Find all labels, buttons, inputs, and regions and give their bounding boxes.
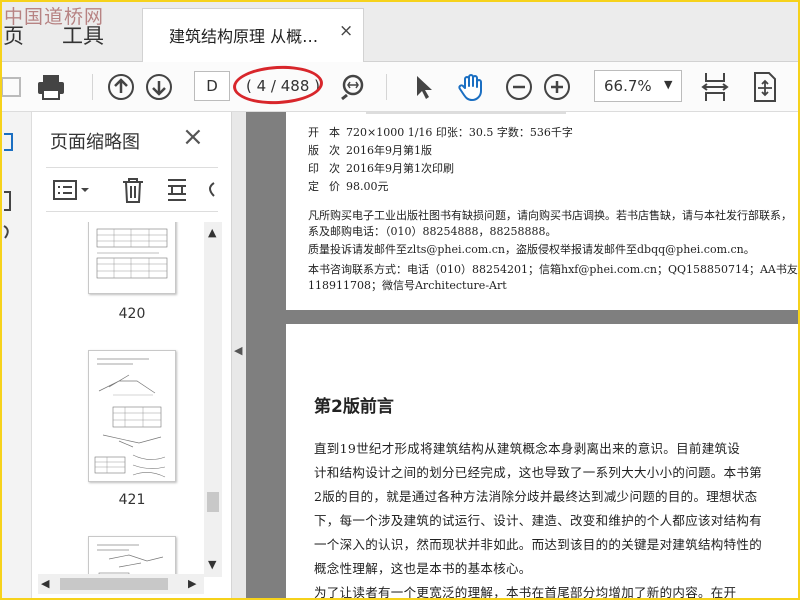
tab-document[interactable]: 建筑结构原理 从概… × <box>142 8 364 63</box>
extract-page-icon[interactable] <box>164 176 190 204</box>
notice-line: 118911708；微信号Architecture-Art <box>308 279 507 292</box>
preface-line: 概念性理解，这也是本书的基本核心。 <box>314 561 532 576</box>
toolbar: D ( 4 / 488 ) 66.7% ▼ <box>2 62 798 112</box>
panel-toolbar <box>46 167 218 212</box>
notice-line: 系及邮购电话：（010）88254888，88258888。 <box>308 225 557 238</box>
close-tab-button[interactable]: × <box>339 21 353 41</box>
find-zoom-icon[interactable] <box>336 70 370 104</box>
preface-page: 第2版前言 直到19世纪才形成将建筑结构从建筑概念本身剥离出来的意识。目前建筑设… <box>286 324 798 598</box>
fit-width-icon[interactable] <box>698 70 732 104</box>
copyright-key: 版次 <box>308 144 350 157</box>
vertical-scroll-thumb[interactable] <box>207 492 219 512</box>
thumbnail-vertical-scrollbar[interactable]: ▲ ▼ <box>204 222 222 577</box>
save-icon[interactable] <box>2 70 28 104</box>
notice-line: 质量投诉请发邮件至zlts@phei.com.cn，盗版侵权举报请发邮件至dbq… <box>308 243 755 256</box>
print-icon[interactable] <box>34 70 68 104</box>
preface-line: 计和结构设计之间的划分已经完成，这也导致了一系列大大小小的问题。本书第 <box>314 465 763 480</box>
zoom-value: 66.7% <box>604 77 652 95</box>
copyright-key: 印次 <box>308 162 350 175</box>
cut-off-text-line <box>366 112 566 114</box>
thumbnail-list: 420 421 <box>32 222 202 577</box>
rotate-page-icon[interactable] <box>204 180 218 200</box>
copyright-value: 2016年9月第1次印刷 <box>346 162 454 175</box>
scroll-left-icon[interactable]: ◀ <box>41 577 49 590</box>
copyright-value: 720×1000 1/16 印张：30.5 字数：536千字 <box>346 126 573 139</box>
toolbar-separator <box>92 74 93 100</box>
delete-icon[interactable] <box>120 176 146 204</box>
watermark-bottom: www.cndao.com <box>662 564 798 585</box>
preface-line: 直到19世纪才形成将建筑结构从建筑概念本身剥离出来的意识。目前建筑设 <box>314 441 741 456</box>
copyright-value: 2016年9月第1版 <box>346 144 432 157</box>
copyright-row: 定价98.00元 <box>308 178 389 194</box>
panel-collapse-strip[interactable]: ◀ <box>232 112 246 598</box>
left-rail <box>2 112 32 598</box>
zoom-out-icon[interactable] <box>502 70 536 104</box>
thumbnail-options-icon[interactable] <box>52 178 92 202</box>
tab-bar: 主页 工具 建筑结构原理 从概… × 中国道桥网 <box>2 2 798 63</box>
app-window: 主页 工具 建筑结构原理 从概… × 中国道桥网 D ( 4 / 488 ) <box>2 2 798 598</box>
zoom-select[interactable]: 66.7% ▼ <box>594 70 682 102</box>
preface-line: 下，每一个涉及建筑的试运行、设计、建造、改变和维护的个人都应该对结构有 <box>314 513 763 528</box>
thumbnail-horizontal-scrollbar[interactable]: ◀ ▶ <box>38 574 204 594</box>
close-panel-button[interactable]: × <box>182 122 204 152</box>
highlight-ellipse <box>232 63 324 107</box>
notice-line: 本书咨询联系方式：电话（010）88254201；信箱hxf@phei.com.… <box>308 263 798 276</box>
horizontal-scroll-thumb[interactable] <box>60 578 168 590</box>
watermark-top: 中国道桥网 <box>4 6 105 28</box>
notice-line: 凡所购买电子工业出版社图书有缺损问题，请向购买书店调换。若书店售缺，请与本社发行… <box>308 209 792 222</box>
copyright-value: 98.00元 <box>346 180 389 193</box>
page-up-icon[interactable] <box>104 70 138 104</box>
page-number-input[interactable]: D <box>194 71 230 101</box>
document-viewer[interactable]: 开本720×1000 1/16 印张：30.5 字数：536千字 版次2016年… <box>246 112 798 598</box>
thumbnail-page-number: 420 <box>118 306 146 322</box>
zoom-in-icon[interactable] <box>540 70 574 104</box>
copyright-key: 开本 <box>308 126 350 139</box>
thumbnail-panel: 页面缩略图 × 420 421 ▲ ▼ ◀ ▶ <box>32 112 232 598</box>
preface-title: 第2版前言 <box>314 397 394 417</box>
chevron-down-icon: ▼ <box>664 78 673 91</box>
copyright-row: 版次2016年9月第1版 <box>308 142 432 158</box>
select-cursor-icon[interactable] <box>406 70 440 104</box>
fit-page-icon[interactable] <box>748 70 782 104</box>
thumbnail-page[interactable] <box>88 222 176 294</box>
page-down-icon[interactable] <box>142 70 176 104</box>
collapse-arrow-icon[interactable]: ◀ <box>234 344 242 357</box>
document-tab-title: 建筑结构原理 从概… <box>169 27 319 46</box>
copyright-key: 定价 <box>308 180 350 193</box>
preface-line: 一个深入的认识，然而现状并非如此。而达到该目的的关键是对建筑结构特性的 <box>314 537 763 552</box>
copyright-row: 印次2016年9月第1次印刷 <box>308 160 454 176</box>
thumbnail-page-number: 421 <box>118 492 146 508</box>
hand-tool-icon[interactable] <box>454 70 488 104</box>
scroll-up-icon[interactable]: ▲ <box>208 226 216 239</box>
thumbnail-page[interactable] <box>88 350 176 482</box>
copyright-page: 开本720×1000 1/16 印张：30.5 字数：536千字 版次2016年… <box>286 112 798 310</box>
scroll-down-icon[interactable]: ▼ <box>208 558 216 571</box>
toolbar-separator <box>386 74 387 100</box>
thumbnail-page[interactable] <box>88 536 176 577</box>
preface-line: 2版的目的，就是通过各种方法消除分歧并最终达到减少问题的目的。理想状态 <box>314 489 758 504</box>
copyright-row: 开本720×1000 1/16 印张：30.5 字数：536千字 <box>308 124 573 140</box>
scroll-right-icon[interactable]: ▶ <box>188 577 196 590</box>
panel-title: 页面缩略图 <box>50 132 140 153</box>
